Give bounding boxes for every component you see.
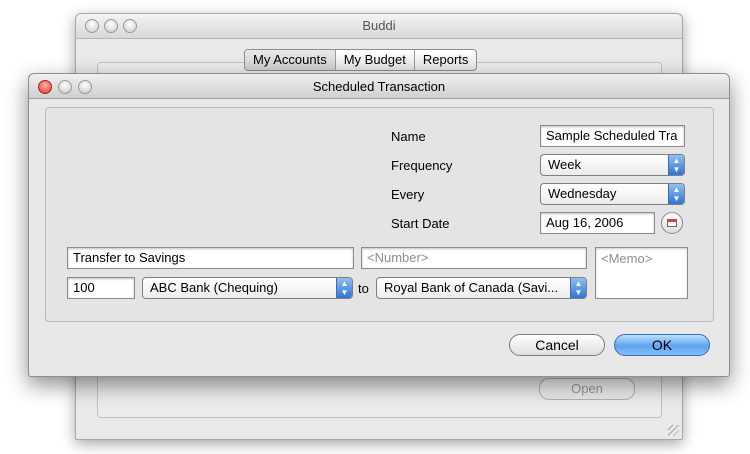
name-field[interactable]: Sample Scheduled Tra — [540, 125, 685, 147]
description-field[interactable]: Transfer to Savings — [67, 247, 354, 269]
start-date-label: Start Date — [391, 216, 450, 231]
resize-grip-icon[interactable] — [668, 425, 679, 436]
frequency-value: Week — [548, 157, 581, 172]
tab-my-accounts[interactable]: My Accounts — [245, 50, 335, 70]
updown-arrows-icon: ▲ ▼ — [668, 155, 684, 175]
cancel-button[interactable]: Cancel — [509, 334, 605, 356]
to-account-value: Royal Bank of Canada (Savi... — [384, 280, 559, 295]
updown-arrows-icon: ▲ ▼ — [336, 278, 352, 298]
every-select[interactable]: Wednesday ▲ ▼ — [540, 183, 685, 205]
ok-button[interactable]: OK — [614, 334, 710, 356]
frequency-label: Frequency — [391, 158, 453, 173]
from-account-select[interactable]: ABC Bank (Chequing) ▲ ▼ — [142, 277, 353, 299]
start-date-field[interactable]: Aug 16, 2006 — [540, 212, 655, 234]
to-account-select[interactable]: Royal Bank of Canada (Savi... ▲ ▼ — [376, 277, 587, 299]
memo-field[interactable]: <Memo> — [595, 247, 688, 299]
tab-reports[interactable]: Reports — [413, 50, 477, 70]
main-window-title: Buddi — [362, 18, 396, 33]
main-titlebar: Buddi — [76, 14, 682, 39]
dialog-title: Scheduled Transaction — [312, 79, 446, 94]
from-account-value: ABC Bank (Chequing) — [150, 280, 278, 295]
every-label: Every — [391, 187, 425, 202]
calendar-icon — [667, 219, 677, 227]
amount-field[interactable]: 100 — [67, 277, 135, 299]
tab-my-budget[interactable]: My Budget — [334, 50, 414, 70]
updown-arrows-icon: ▲ ▼ — [570, 278, 586, 298]
name-label: Name — [391, 129, 426, 144]
frequency-select[interactable]: Week ▲ ▼ — [540, 154, 685, 176]
open-button[interactable]: Open — [539, 378, 635, 400]
number-field[interactable]: <Number> — [361, 247, 587, 269]
main-tab-bar: My Accounts My Budget Reports — [244, 49, 478, 71]
calendar-button[interactable] — [661, 212, 683, 234]
updown-arrows-icon: ▲ ▼ — [668, 184, 684, 204]
dialog-titlebar: Scheduled Transaction — [29, 74, 729, 99]
to-label: to — [358, 281, 369, 296]
scheduled-transaction-dialog: Scheduled Transaction Name Frequency Eve… — [28, 73, 730, 377]
every-value: Wednesday — [548, 186, 617, 201]
